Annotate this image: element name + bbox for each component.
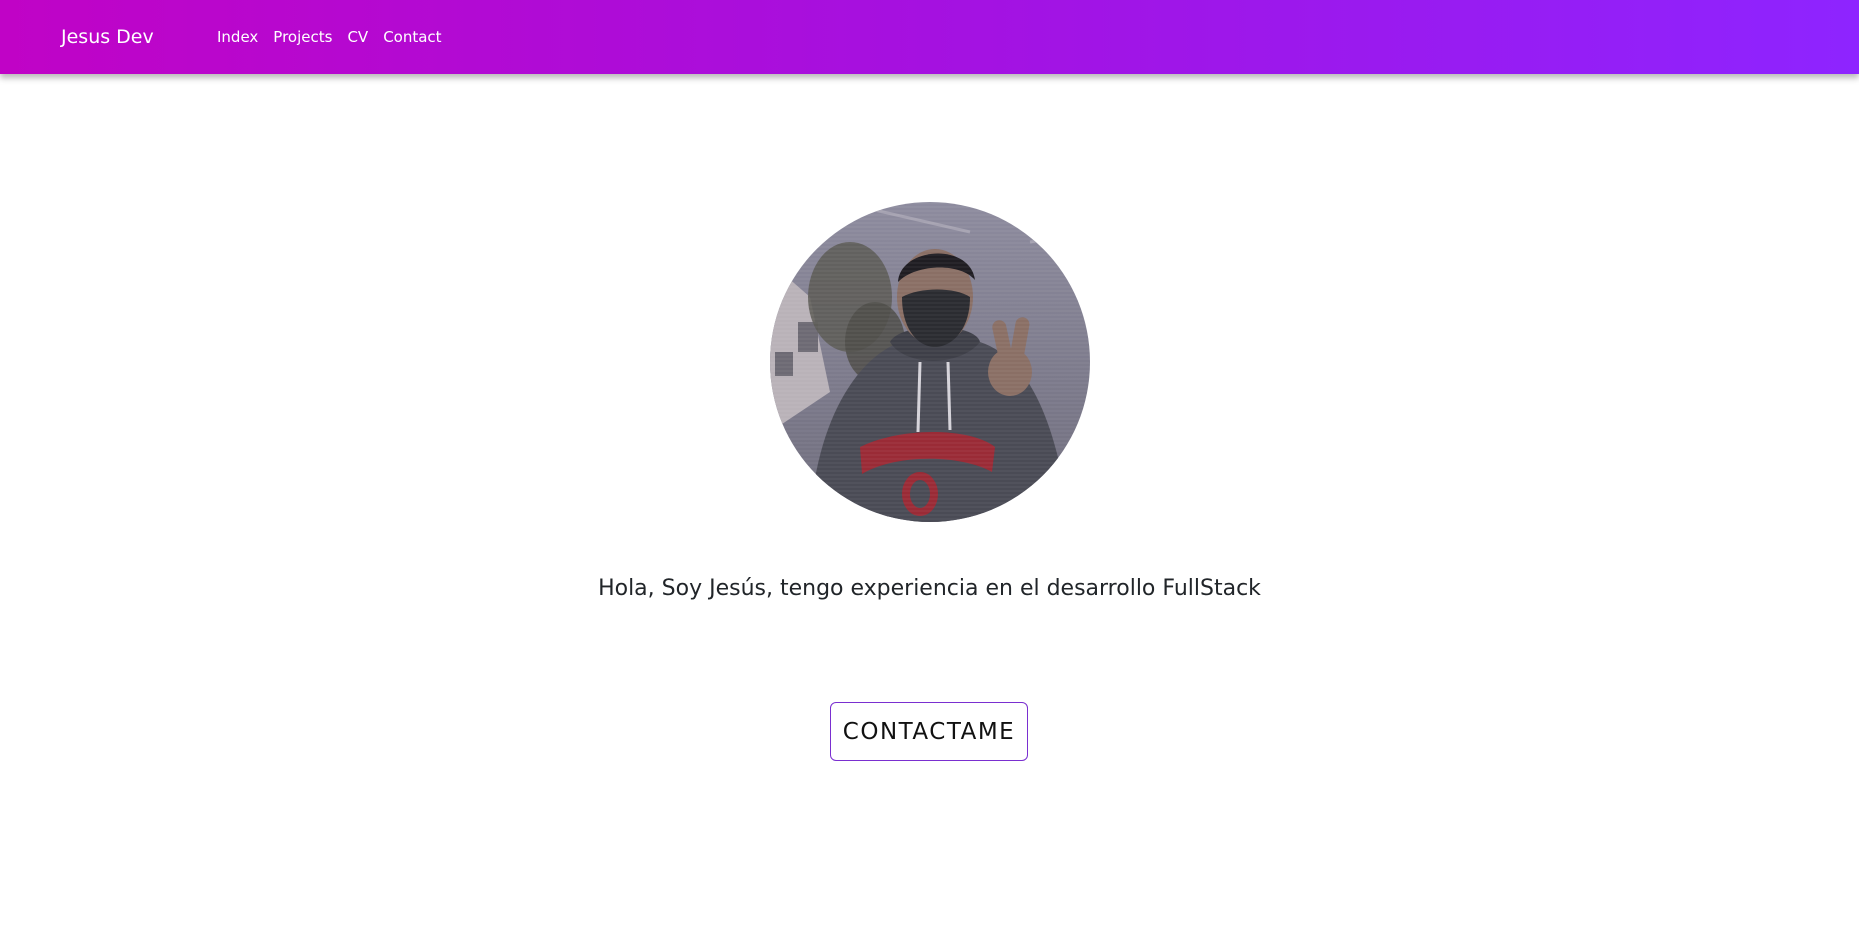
avatar [770, 202, 1090, 522]
nav-links: Index Projects CV Contact [217, 26, 442, 48]
nav-link-projects[interactable]: Projects [273, 26, 332, 48]
avatar-photo [770, 202, 1090, 522]
nav-link-index[interactable]: Index [217, 26, 258, 48]
nav-link-contact[interactable]: Contact [383, 26, 441, 48]
nav-link-cv[interactable]: CV [347, 26, 368, 48]
contact-button[interactable]: CONTACTAME [830, 702, 1028, 761]
intro-text: Hola, Soy Jesús, tengo experiencia en el… [598, 576, 1261, 601]
top-navbar: Jesus Dev Index Projects CV Contact [0, 0, 1859, 74]
brand-link[interactable]: Jesus Dev [61, 24, 154, 50]
